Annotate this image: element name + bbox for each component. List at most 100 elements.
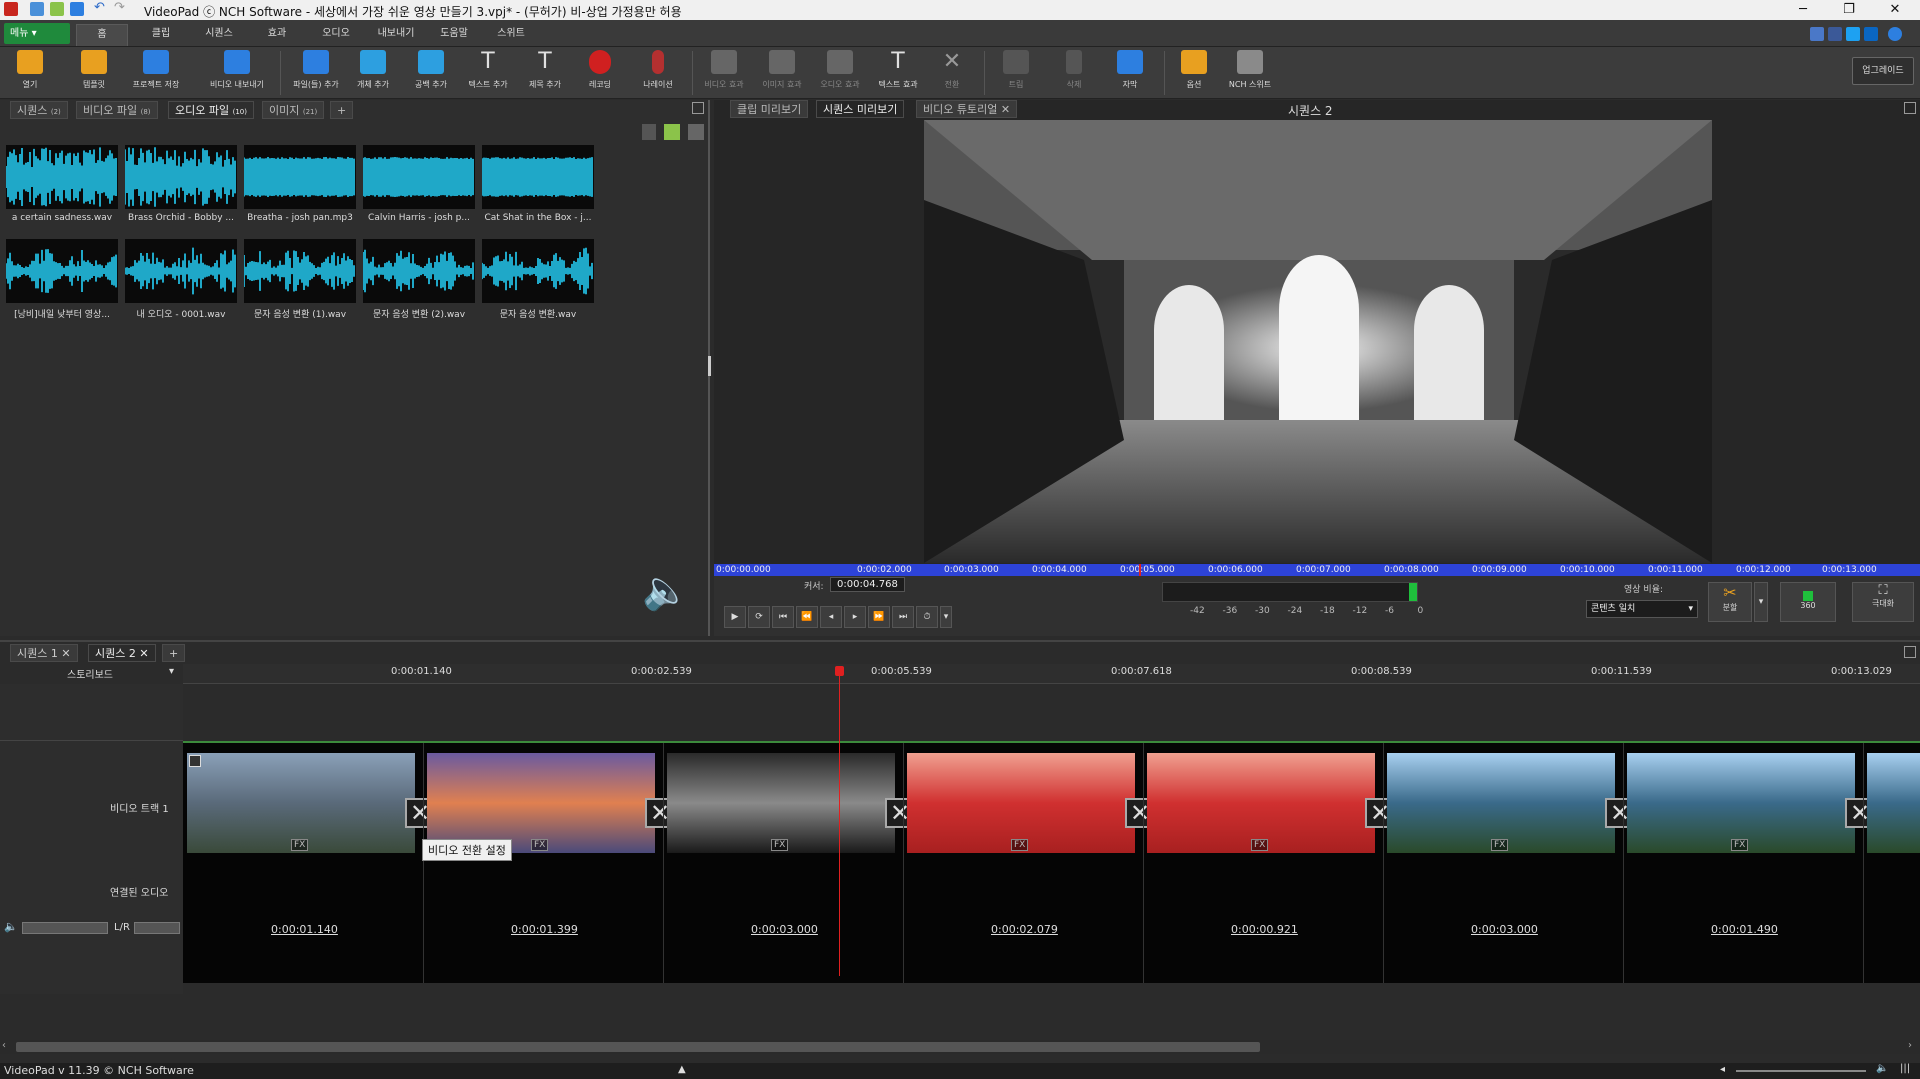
audio-file-thumbnail[interactable] bbox=[6, 145, 118, 209]
clip-fx-badge[interactable]: FX bbox=[291, 839, 309, 851]
clip-duration[interactable]: 0:00:01.490 bbox=[1711, 923, 1778, 936]
preview-playhead-marker[interactable] bbox=[1139, 564, 1141, 576]
bin-tab-audio-files[interactable]: 오디오 파일 (10) bbox=[168, 101, 254, 119]
tab-video-tutorial[interactable]: 비디오 튜토리얼 ✕ bbox=[916, 100, 1018, 118]
bin-delete-icon[interactable] bbox=[642, 124, 656, 140]
clip-fx-badge[interactable]: FX bbox=[1731, 839, 1749, 851]
clip-duration[interactable]: 0:00:00.921 bbox=[1231, 923, 1298, 936]
volume-slider[interactable] bbox=[22, 922, 108, 934]
clip-fx-badge[interactable]: FX bbox=[1251, 839, 1269, 851]
storyboard-clip[interactable]: FX bbox=[1627, 753, 1855, 853]
save-project-button[interactable]: 프로젝트 저장 bbox=[124, 50, 188, 96]
pan-slider[interactable] bbox=[134, 922, 180, 934]
audio-file-thumbnail[interactable] bbox=[6, 239, 118, 303]
speaker-icon[interactable]: 🔈 bbox=[4, 920, 18, 933]
fullscreen-button[interactable]: ⛶ 극대화 bbox=[1852, 582, 1914, 622]
options-button[interactable]: 옵션 bbox=[1172, 50, 1216, 96]
audio-file-thumbnail[interactable] bbox=[125, 239, 237, 303]
audio-file-thumbnail[interactable] bbox=[244, 145, 356, 209]
audio-file-thumbnail[interactable] bbox=[363, 239, 475, 303]
clip-fx-badge[interactable]: FX bbox=[531, 839, 549, 851]
playhead[interactable] bbox=[839, 666, 840, 976]
loop-button[interactable]: ⟳ bbox=[748, 606, 770, 628]
add-blank-button[interactable]: 공백 추가 bbox=[406, 50, 456, 96]
scroll-left-arrow[interactable]: ‹ bbox=[2, 1040, 6, 1051]
speed-button[interactable]: ⏱ bbox=[916, 606, 938, 628]
edit-clip-icon[interactable] bbox=[189, 755, 201, 767]
add-title-button[interactable]: T 제목 추가 bbox=[520, 50, 570, 96]
audio-file-thumbnail[interactable] bbox=[482, 239, 594, 303]
vr-360-button[interactable]: 360 bbox=[1780, 582, 1836, 622]
step-back-button[interactable]: ◂ bbox=[820, 606, 842, 628]
scrollbar-thumb[interactable] bbox=[16, 1042, 1260, 1052]
close-icon[interactable]: ✕ bbox=[139, 647, 148, 660]
facebook-icon[interactable] bbox=[1828, 27, 1842, 41]
tab-export[interactable]: 내보내기 bbox=[368, 24, 424, 46]
close-icon[interactable]: ✕ bbox=[1001, 103, 1010, 116]
sequence-tab-2[interactable]: 시퀀스 2 ✕ bbox=[88, 644, 156, 662]
clip-fx-badge[interactable]: FX bbox=[771, 839, 789, 851]
template-button[interactable]: 템플릿 bbox=[72, 50, 116, 96]
cursor-time[interactable]: 0:00:04.768 bbox=[830, 577, 905, 592]
volume-icon[interactable]: 🔈 bbox=[1876, 1063, 1888, 1074]
storyboard-clip[interactable]: FX bbox=[1147, 753, 1375, 853]
split-button[interactable]: ✂ 분할 bbox=[1708, 582, 1752, 622]
audio-file-thumbnail[interactable] bbox=[482, 145, 594, 209]
bin-tab-images[interactable]: 이미지 (21) bbox=[262, 101, 325, 119]
go-end-button[interactable]: ⏭ bbox=[892, 606, 914, 628]
storyboard-clip[interactable] bbox=[1867, 753, 1920, 853]
tab-clip[interactable]: 클립 bbox=[136, 24, 186, 46]
prev-frame-button[interactable]: ⏪ bbox=[796, 606, 818, 628]
sequence-tab-1[interactable]: 시퀀스 1 ✕ bbox=[10, 644, 78, 662]
panel-splitter[interactable] bbox=[708, 356, 711, 376]
tab-sequence[interactable]: 시퀀스 bbox=[194, 24, 244, 46]
bin-expand-icon[interactable] bbox=[692, 102, 704, 114]
timeline-ruler[interactable]: 0:00:01.140 0:00:02.539 0:00:05.539 0:00:07… bbox=[183, 664, 1920, 684]
like-icon[interactable] bbox=[1810, 27, 1824, 41]
tab-home[interactable]: 홈 bbox=[76, 24, 128, 46]
save-icon[interactable] bbox=[70, 2, 84, 16]
tab-clip-preview[interactable]: 클립 미리보기 bbox=[730, 100, 809, 118]
twitter-icon[interactable] bbox=[1846, 27, 1860, 41]
upgrade-button[interactable]: 업그레이드 bbox=[1852, 57, 1914, 85]
scroll-right-arrow[interactable]: › bbox=[1908, 1040, 1912, 1051]
transition-button[interactable]: ✕ 전환 bbox=[930, 50, 974, 96]
bin-tab-video-files[interactable]: 비디오 파일 (8) bbox=[76, 101, 158, 119]
go-start-button[interactable]: ⏮ bbox=[772, 606, 794, 628]
close-icon[interactable]: ✕ bbox=[61, 647, 70, 660]
new-project-icon[interactable] bbox=[30, 2, 44, 16]
video-effects-button[interactable]: 비디오 효과 bbox=[696, 50, 752, 96]
split-dropdown[interactable]: ▾ bbox=[1754, 582, 1768, 622]
bin-list-view-icon[interactable] bbox=[688, 124, 704, 140]
clip-duration[interactable]: 0:00:01.140 bbox=[271, 923, 338, 936]
zoom-slider[interactable] bbox=[1736, 1070, 1866, 1072]
audio-effects-button[interactable]: 오디오 효과 bbox=[812, 50, 868, 96]
clip-duration[interactable]: 0:00:03.000 bbox=[751, 923, 818, 936]
audio-file-thumbnail[interactable] bbox=[363, 145, 475, 209]
bin-add-tab-button[interactable]: + bbox=[330, 101, 354, 119]
linkedin-icon[interactable] bbox=[1864, 27, 1878, 41]
narration-button[interactable]: 나레이션 bbox=[634, 50, 682, 96]
redo-icon[interactable]: ↷ bbox=[114, 1, 128, 16]
trim-button[interactable]: 트림 bbox=[994, 50, 1038, 96]
audio-file-thumbnail[interactable] bbox=[244, 239, 356, 303]
record-button[interactable]: 레코딩 bbox=[578, 50, 622, 96]
open-project-icon[interactable] bbox=[50, 2, 64, 16]
export-video-button[interactable]: 비디오 내보내기 bbox=[202, 50, 272, 96]
maximize-button[interactable]: ❐ bbox=[1826, 0, 1872, 20]
tab-audio[interactable]: 오디오 bbox=[310, 24, 362, 46]
tab-suite[interactable]: 스위트 bbox=[486, 24, 536, 46]
add-object-button[interactable]: 개체 추가 bbox=[348, 50, 398, 96]
main-menu-button[interactable]: 메뉴 ▾ bbox=[4, 23, 70, 44]
step-forward-button[interactable]: ▸ bbox=[844, 606, 866, 628]
clip-fx-badge[interactable]: FX bbox=[1011, 839, 1029, 851]
tab-help[interactable]: 도움말 bbox=[428, 24, 480, 46]
tab-sequence-preview[interactable]: 시퀀스 미리보기 bbox=[816, 100, 905, 118]
tab-effects[interactable]: 효과 bbox=[252, 24, 302, 46]
audio-file-thumbnail[interactable] bbox=[125, 145, 237, 209]
expand-panel-icon[interactable] bbox=[1904, 646, 1916, 658]
open-button[interactable]: 열기 bbox=[8, 50, 52, 96]
storyboard-clip[interactable]: FX bbox=[667, 753, 895, 853]
speed-dropdown[interactable]: ▾ bbox=[940, 606, 952, 628]
view-mode-select[interactable]: 스토리보드 ▾ bbox=[0, 666, 180, 682]
